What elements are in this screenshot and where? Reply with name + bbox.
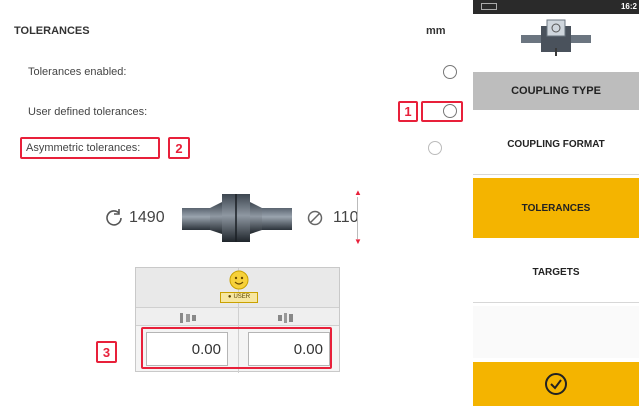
callout-2: 2 <box>168 137 190 159</box>
diameter-icon <box>306 209 324 227</box>
rotate-icon <box>104 207 124 227</box>
sidebar-divider <box>473 174 639 175</box>
callout-3-highlight <box>141 327 332 369</box>
callout-3: 3 <box>96 341 117 363</box>
tolerances-enabled-label: Tolerances enabled: <box>28 66 127 78</box>
diameter-dimension-line <box>357 197 358 239</box>
battery-icon <box>481 3 497 10</box>
user-defined-radio[interactable] <box>443 104 457 118</box>
user-defined-label: User defined tolerances: <box>28 106 148 118</box>
coupling-type-button[interactable]: COUPLING TYPE <box>473 72 639 110</box>
coupling-format-button[interactable]: COUPLING FORMAT <box>473 118 639 170</box>
sidebar-divider <box>473 302 639 303</box>
coupling-image <box>180 190 294 246</box>
units-label: mm <box>426 25 446 37</box>
user-badge: ● USER <box>220 292 258 303</box>
callout-1: 1 <box>398 101 418 122</box>
targets-button[interactable]: TARGETS <box>473 246 639 298</box>
coupling-type-image <box>521 18 591 58</box>
user-icon: ● <box>227 294 232 300</box>
confirm-button[interactable] <box>473 362 639 406</box>
rpm-value: 1490 <box>129 209 165 226</box>
sidebar: 16:2 COUPLING TYPE COUPLING FORMAT TOLER… <box>473 0 639 406</box>
offset-tolerance-icon <box>178 311 198 323</box>
tolerances-enabled-radio[interactable] <box>443 65 457 79</box>
user-badge-label: USER <box>233 294 251 300</box>
page-title: TOLERANCES <box>14 25 90 37</box>
angular-tolerance-icon <box>276 311 296 323</box>
diameter-value: 110 <box>333 209 359 226</box>
tolerances-button[interactable]: TOLERANCES <box>473 178 639 238</box>
diameter-arrow-up-icon: ▲ <box>354 188 362 197</box>
status-bar: 16:2 <box>473 0 639 14</box>
status-time: 16:2 <box>620 2 637 11</box>
asymmetric-label: Asymmetric tolerances: <box>26 142 141 154</box>
diameter-arrow-down-icon: ▼ <box>354 237 362 246</box>
empty-slot <box>473 306 639 358</box>
smiley-icon <box>229 270 249 290</box>
asymmetric-radio[interactable] <box>428 141 442 155</box>
check-circle-icon <box>544 372 568 396</box>
